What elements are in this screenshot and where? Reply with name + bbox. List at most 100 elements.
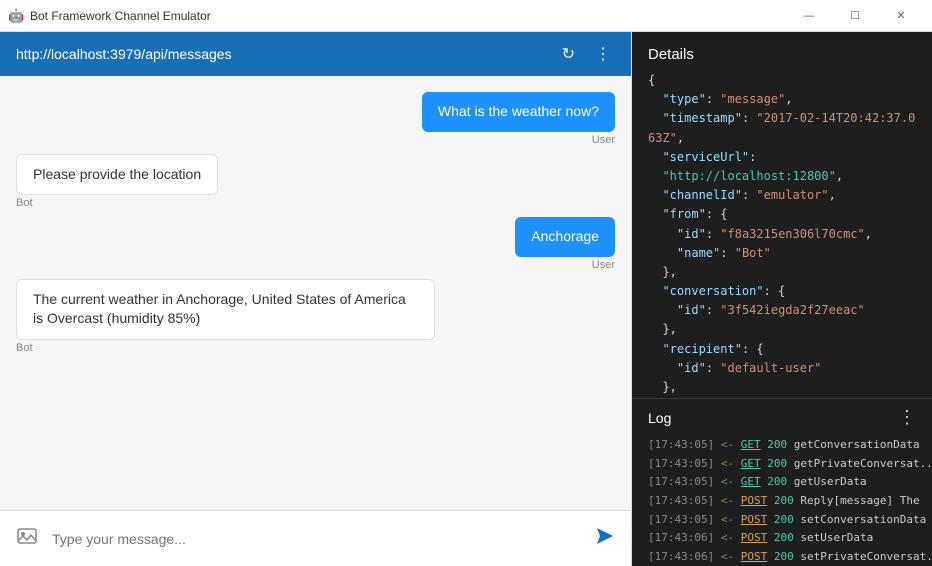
json-line-2: "type": "message", bbox=[648, 90, 916, 109]
details-panel: Details { "type": "message", "timestamp"… bbox=[632, 32, 932, 566]
log-direction: <- bbox=[721, 531, 734, 544]
message-text-4: The current weather in Anchorage, United… bbox=[33, 291, 406, 327]
refresh-button[interactable]: ↻ bbox=[558, 40, 579, 68]
log-desc: getConversationData bbox=[794, 438, 920, 451]
log-content: [17:43:05] <- GET 200 getConversationDat… bbox=[632, 436, 932, 566]
message-bubble-1: What is the weather now? bbox=[422, 92, 615, 132]
log-method[interactable]: POST bbox=[741, 531, 768, 544]
chat-input-area bbox=[0, 510, 631, 566]
log-desc: setUserData bbox=[800, 531, 873, 544]
log-desc: setPrivateConversat... bbox=[800, 550, 932, 563]
log-title: Log bbox=[648, 410, 671, 426]
log-direction: <- bbox=[721, 494, 734, 507]
log-direction: <- bbox=[721, 457, 734, 470]
json-line-11: "conversation": { bbox=[648, 282, 916, 301]
log-entry: [17:43:05] <- GET 200 getUserData bbox=[648, 473, 916, 492]
sender-label-1: User bbox=[422, 134, 615, 146]
close-button[interactable]: ✕ bbox=[878, 0, 924, 32]
bubble-left-4: The current weather in Anchorage, United… bbox=[16, 279, 435, 354]
log-method[interactable]: POST bbox=[741, 494, 768, 507]
message-text-1: What is the weather now? bbox=[438, 103, 599, 119]
log-time: [17:43:05] bbox=[648, 513, 714, 526]
window-controls: — ☐ ✕ bbox=[786, 0, 924, 32]
json-line-13: }, bbox=[648, 320, 916, 339]
log-desc: Reply[message] The bbox=[800, 494, 919, 507]
json-line-5: "http://localhost:12800", bbox=[648, 167, 916, 186]
log-method[interactable]: POST bbox=[741, 550, 768, 563]
log-time: [17:43:05] bbox=[648, 457, 714, 470]
json-line-15: "id": "default-user" bbox=[648, 359, 916, 378]
attach-button[interactable] bbox=[12, 521, 42, 557]
bubble-left-2: Please provide the location Bot bbox=[16, 154, 218, 210]
details-title: Details bbox=[632, 32, 932, 71]
main-layout: http://localhost:3979/api/messages ↻ ⋮ W… bbox=[0, 32, 932, 566]
log-method[interactable]: POST bbox=[741, 513, 768, 526]
json-line-9: "name": "Bot" bbox=[648, 244, 916, 263]
address-menu-button[interactable]: ⋮ bbox=[591, 40, 615, 68]
title-bar: 🤖 Bot Framework Channel Emulator — ☐ ✕ bbox=[0, 0, 932, 32]
json-line-4: "serviceUrl": bbox=[648, 148, 916, 167]
message-group-1: What is the weather now? User bbox=[16, 92, 615, 146]
image-icon bbox=[16, 525, 38, 547]
log-direction: <- bbox=[721, 513, 734, 526]
log-desc: getUserData bbox=[794, 475, 867, 488]
message-bubble-4: The current weather in Anchorage, United… bbox=[16, 279, 435, 340]
log-desc: setConversationData bbox=[800, 513, 926, 526]
log-time: [17:43:06] bbox=[648, 531, 714, 544]
message-bubble-2: Please provide the location bbox=[16, 154, 218, 196]
json-line-10: }, bbox=[648, 263, 916, 282]
log-status: 200 bbox=[774, 550, 794, 563]
log-menu-button[interactable]: ⋮ bbox=[898, 407, 916, 428]
log-entry: [17:43:06] <- POST 200 setUserData bbox=[648, 529, 916, 548]
message-text-2: Please provide the location bbox=[33, 166, 201, 182]
log-entry: [17:43:06] <- POST 200 setPrivateConvers… bbox=[648, 548, 916, 566]
app-icon: 🤖 bbox=[8, 8, 24, 24]
sender-label-2: Bot bbox=[16, 197, 218, 209]
message-text-3: Anchorage bbox=[531, 228, 599, 244]
message-input[interactable] bbox=[52, 531, 581, 547]
log-entry: [17:43:05] <- GET 200 getConversationDat… bbox=[648, 436, 916, 455]
log-time: [17:43:05] bbox=[648, 494, 714, 507]
json-line-6: "channelId": "emulator", bbox=[648, 186, 916, 205]
log-method[interactable]: GET bbox=[741, 475, 761, 488]
minimize-button[interactable]: — bbox=[786, 0, 832, 32]
address-actions: ↻ ⋮ bbox=[558, 40, 615, 68]
json-line-3: "timestamp": "2017-02-14T20:42:37.063Z", bbox=[648, 109, 916, 147]
log-direction: <- bbox=[721, 438, 734, 451]
details-content: { "type": "message", "timestamp": "2017-… bbox=[632, 71, 932, 398]
log-direction: <- bbox=[721, 475, 734, 488]
sender-label-4: Bot bbox=[16, 342, 435, 354]
app-title: Bot Framework Channel Emulator bbox=[30, 9, 211, 23]
log-header: Log ⋮ bbox=[632, 399, 932, 436]
maximize-button[interactable]: ☐ bbox=[832, 0, 878, 32]
message-group-4: The current weather in Anchorage, United… bbox=[16, 279, 615, 354]
bubble-right-1: What is the weather now? User bbox=[422, 92, 615, 146]
log-entry: [17:43:05] <- GET 200 getPrivateConversa… bbox=[648, 455, 916, 474]
log-status: 200 bbox=[767, 438, 787, 451]
send-icon bbox=[595, 526, 615, 546]
json-line-12: "id": "3f542iegda2f27eeac" bbox=[648, 301, 916, 320]
log-time: [17:43:05] bbox=[648, 438, 714, 451]
chat-messages: What is the weather now? User Please pro… bbox=[0, 76, 631, 510]
json-line-1: { bbox=[648, 71, 916, 90]
log-direction: <- bbox=[721, 550, 734, 563]
log-status: 200 bbox=[774, 494, 794, 507]
log-status: 200 bbox=[774, 513, 794, 526]
message-bubble-3: Anchorage bbox=[515, 217, 615, 257]
url-display: http://localhost:3979/api/messages bbox=[16, 46, 558, 62]
log-method[interactable]: GET bbox=[741, 457, 761, 470]
log-time: [17:43:05] bbox=[648, 475, 714, 488]
log-method[interactable]: GET bbox=[741, 438, 761, 451]
sender-label-3: User bbox=[515, 259, 615, 271]
log-status: 200 bbox=[774, 531, 794, 544]
log-desc: getPrivateConversat... bbox=[794, 457, 932, 470]
message-group-3: Anchorage User bbox=[16, 217, 615, 271]
bubble-right-3: Anchorage User bbox=[515, 217, 615, 271]
log-status: 200 bbox=[767, 457, 787, 470]
log-section: Log ⋮ [17:43:05] <- GET 200 getConversat… bbox=[632, 398, 932, 566]
json-line-8: "id": "f8a3215en306l70cmc", bbox=[648, 225, 916, 244]
log-status: 200 bbox=[767, 475, 787, 488]
chat-panel: http://localhost:3979/api/messages ↻ ⋮ W… bbox=[0, 32, 632, 566]
send-button[interactable] bbox=[591, 522, 619, 555]
json-line-16: }, bbox=[648, 378, 916, 397]
